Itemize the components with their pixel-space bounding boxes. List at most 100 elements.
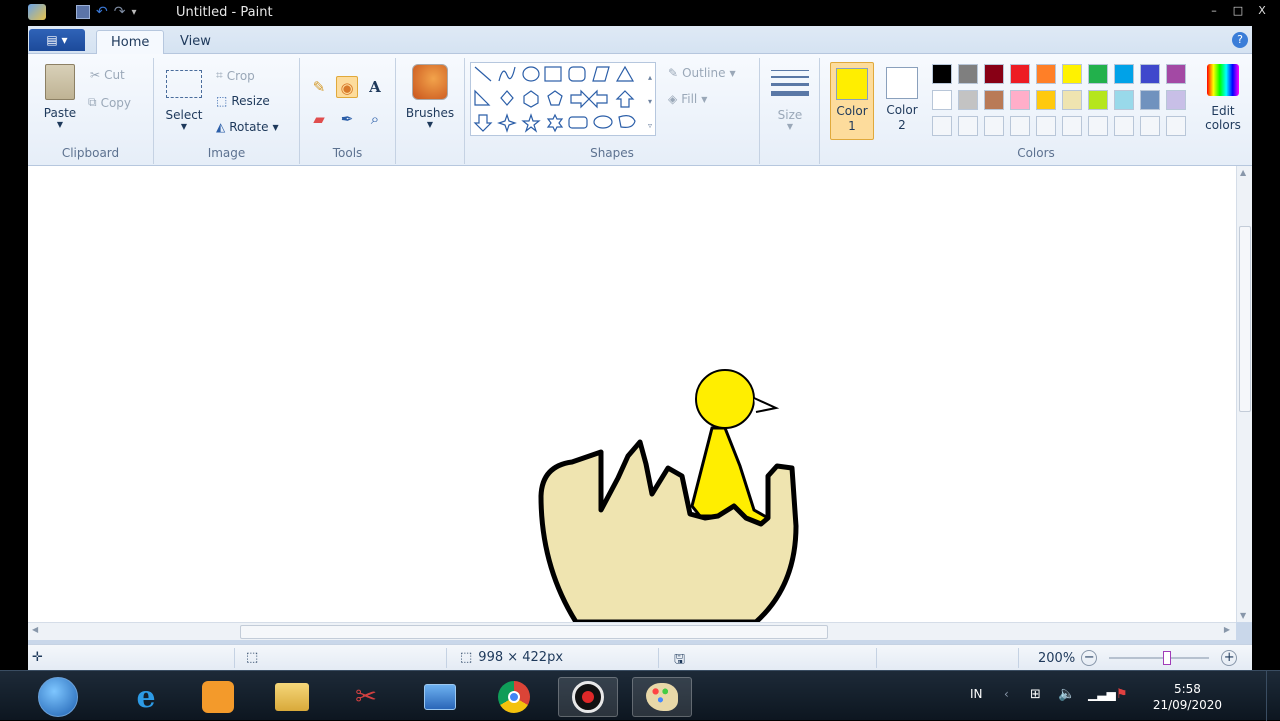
taskbar-uc-browser[interactable]: [188, 677, 248, 717]
palette-color-swatch[interactable]: [1036, 90, 1056, 110]
drawing-canvas[interactable]: [28, 166, 1236, 622]
redo-icon[interactable]: ↷: [114, 4, 126, 20]
edit-colors-button[interactable]: Edit colors: [1198, 64, 1248, 132]
shapes-gallery[interactable]: [470, 62, 656, 136]
horizontal-scrollbar[interactable]: ◀ ▶: [28, 622, 1236, 640]
palette-color-swatch[interactable]: [984, 90, 1004, 110]
palette-color-swatch[interactable]: [1010, 90, 1030, 110]
tray-volume-icon[interactable]: 🔈: [1058, 686, 1075, 702]
palette-empty-swatch[interactable]: [958, 116, 978, 136]
scroll-left-icon[interactable]: ◀: [32, 625, 38, 634]
fill-bucket-icon[interactable]: ◉: [336, 76, 358, 98]
vertical-scrollbar[interactable]: ▲ ▼: [1236, 166, 1252, 622]
scroll-up-icon[interactable]: ▲: [1240, 168, 1246, 177]
taskbar-paint[interactable]: [632, 677, 692, 717]
brushes-button[interactable]: Brushes ▼: [402, 64, 458, 129]
text-tool-icon[interactable]: A: [364, 76, 386, 98]
taskbar-clock[interactable]: 5:58 21/09/2020: [1153, 681, 1222, 713]
pencil-icon[interactable]: ✎: [308, 76, 330, 98]
tab-view[interactable]: View: [166, 30, 225, 55]
image-group-label: Image: [207, 146, 246, 160]
palette-color-swatch[interactable]: [958, 90, 978, 110]
crop-button[interactable]: ⌗ Crop: [216, 68, 255, 83]
palette-empty-swatch[interactable]: [1114, 116, 1134, 136]
tray-action-center-icon[interactable]: ⚑: [1116, 687, 1128, 702]
undo-icon[interactable]: ↶: [96, 4, 108, 20]
taskbar-screen-recorder[interactable]: [558, 677, 618, 717]
palette-color-swatch[interactable]: [1088, 90, 1108, 110]
zoom-slider[interactable]: [1109, 650, 1210, 666]
brushes-group: Brushes ▼: [396, 58, 464, 164]
palette-color-swatch[interactable]: [1114, 90, 1134, 110]
tab-home[interactable]: Home: [96, 30, 165, 55]
paint-app-icon[interactable]: [28, 4, 46, 20]
palette-color-swatch[interactable]: [1010, 64, 1030, 84]
copy-button[interactable]: ⧉ Copy: [88, 95, 131, 110]
vertical-scroll-thumb[interactable]: [1239, 226, 1251, 412]
shapes-scroll[interactable]: ▴ ▾ ▿: [648, 66, 652, 138]
palette-empty-swatch[interactable]: [984, 116, 1004, 136]
palette-empty-swatch[interactable]: [1062, 116, 1082, 136]
windows-taskbar: e ✂ IN ‹ ⊞ 🔈 ▁▃▅ ⚑ 5:58 21/09/2020: [0, 670, 1280, 721]
palette-empty-swatch[interactable]: [1166, 116, 1186, 136]
palette-empty-swatch[interactable]: [1010, 116, 1030, 136]
palette-color-swatch[interactable]: [1036, 64, 1056, 84]
start-button[interactable]: [30, 677, 86, 717]
zoom-out-icon[interactable]: −: [1081, 650, 1098, 666]
taskbar-file-explorer[interactable]: [262, 677, 322, 717]
cut-button[interactable]: ✂ Cut: [90, 68, 125, 82]
palette-empty-swatch[interactable]: [1036, 116, 1056, 136]
palette-color-swatch[interactable]: [1088, 64, 1108, 84]
palette-empty-swatch[interactable]: [1140, 116, 1160, 136]
palette-color-swatch[interactable]: [1062, 64, 1082, 84]
tray-show-hidden-icon[interactable]: ‹: [1004, 687, 1009, 701]
outline-button[interactable]: ✎ Outline ▼: [668, 66, 736, 80]
customize-qat-icon[interactable]: ▾: [131, 7, 136, 18]
shapes-gallery-icons: [473, 65, 636, 133]
taskbar-chrome[interactable]: [484, 677, 544, 717]
eraser-icon[interactable]: ▰: [308, 108, 330, 130]
color2-button[interactable]: Color 2: [880, 62, 924, 140]
rotate-button[interactable]: ◭ Rotate ▼: [216, 120, 279, 134]
color1-swatch: [836, 68, 868, 100]
palette-color-swatch[interactable]: [1114, 64, 1134, 84]
minimize-button[interactable]: –: [1204, 3, 1224, 21]
zoom-slider-thumb[interactable]: [1163, 651, 1172, 665]
chevron-down-icon: ▼: [729, 68, 736, 78]
taskbar-snipping-tool[interactable]: ✂: [336, 677, 396, 717]
resize-button[interactable]: ⬚ Resize: [216, 94, 270, 108]
select-button[interactable]: Select ▼: [162, 66, 206, 131]
palette-color-swatch[interactable]: [932, 90, 952, 110]
color-picker-icon[interactable]: ✒: [336, 108, 358, 130]
palette-color-swatch[interactable]: [1062, 90, 1082, 110]
paste-button[interactable]: Paste ▼: [38, 64, 82, 129]
tray-signal-icon[interactable]: ▁▃▅: [1088, 687, 1116, 701]
horizontal-scroll-thumb[interactable]: [240, 625, 828, 639]
taskbar-remote-desktop[interactable]: [410, 677, 470, 717]
help-icon[interactable]: ?: [1232, 32, 1248, 48]
fill-button[interactable]: ◈ Fill ▼: [668, 92, 707, 106]
scroll-right-icon[interactable]: ▶: [1224, 625, 1230, 634]
color1-button[interactable]: Color 1: [830, 62, 874, 140]
palette-color-swatch[interactable]: [1140, 90, 1160, 110]
show-desktop-button[interactable]: [1266, 671, 1280, 721]
close-button[interactable]: X: [1252, 3, 1272, 21]
scroll-down-icon[interactable]: ▼: [1240, 611, 1246, 620]
size-button[interactable]: Size ▼: [766, 66, 814, 131]
palette-color-swatch[interactable]: [1166, 90, 1186, 110]
palette-color-swatch[interactable]: [932, 64, 952, 84]
palette-color-swatch[interactable]: [1140, 64, 1160, 84]
zoom-in-icon[interactable]: +: [1221, 650, 1238, 666]
taskbar-internet-explorer[interactable]: e: [116, 677, 176, 717]
save-icon[interactable]: [76, 5, 90, 19]
tray-language[interactable]: IN: [970, 687, 983, 701]
palette-color-swatch[interactable]: [1166, 64, 1186, 84]
palette-color-swatch[interactable]: [984, 64, 1004, 84]
palette-empty-swatch[interactable]: [932, 116, 952, 136]
magnifier-icon[interactable]: ⌕: [364, 108, 386, 130]
palette-empty-swatch[interactable]: [1088, 116, 1108, 136]
palette-color-swatch[interactable]: [958, 64, 978, 84]
paint-menu-button[interactable]: ▤ ▾: [29, 29, 85, 51]
maximize-button[interactable]: □: [1228, 3, 1248, 21]
tray-network-icon[interactable]: ⊞: [1030, 687, 1041, 702]
